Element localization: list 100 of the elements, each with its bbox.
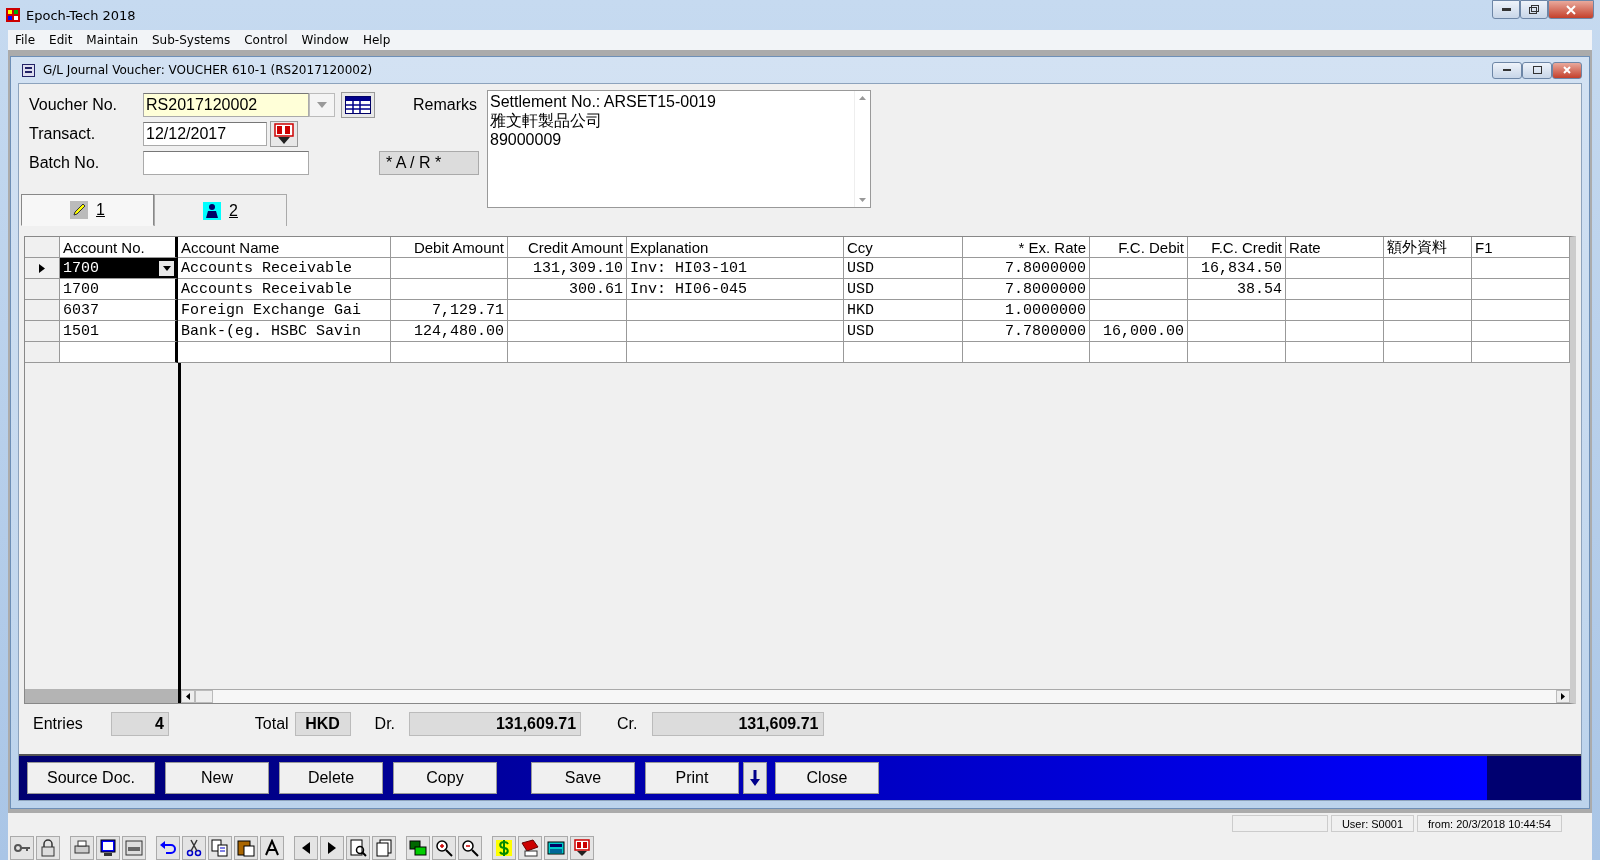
table-cell[interactable]: [1188, 342, 1286, 363]
batch-number-field[interactable]: [143, 150, 309, 175]
undo-icon: [159, 839, 177, 857]
current-cell[interactable]: 1700: [60, 258, 178, 279]
action-button[interactable]: Delete: [279, 762, 383, 794]
entries-label: Entries: [33, 715, 83, 733]
column-header[interactable]: Rate: [1286, 237, 1384, 258]
table-cell[interactable]: [844, 342, 963, 363]
column-header[interactable]: Debit Amount: [391, 237, 508, 258]
grid-lookup-button[interactable]: [341, 91, 375, 118]
minimize-icon: [125, 839, 143, 857]
action-button[interactable]: Close: [775, 762, 879, 794]
close-button[interactable]: [1552, 61, 1582, 79]
table-cell[interactable]: [1472, 342, 1570, 363]
table-cell[interactable]: [1090, 342, 1188, 363]
menu-item[interactable]: File: [8, 33, 43, 47]
action-button[interactable]: Print: [645, 762, 739, 794]
current-row-icon: [39, 263, 45, 273]
scroll-thumb[interactable]: [195, 690, 213, 703]
table-cell: USD: [844, 321, 963, 342]
lock-button[interactable]: [36, 836, 60, 860]
calculator-button[interactable]: [544, 836, 568, 860]
dropdown-button[interactable]: [159, 260, 174, 276]
column-header[interactable]: F.C. Credit: [1188, 237, 1286, 258]
table-icon: [345, 95, 371, 114]
scrollbar[interactable]: [25, 689, 181, 703]
menu-item[interactable]: Edit: [42, 33, 80, 47]
table-cell: HKD: [844, 300, 963, 321]
column-header[interactable]: Ccy: [844, 237, 963, 258]
column-header[interactable]: Account No.: [60, 237, 178, 258]
menu-item[interactable]: Help: [355, 33, 398, 47]
table-cell[interactable]: [391, 342, 508, 363]
table-cell[interactable]: [1384, 342, 1472, 363]
table-cell: 16,000.00: [1090, 321, 1188, 342]
table-cell[interactable]: [627, 342, 844, 363]
menu-item[interactable]: Control: [237, 33, 295, 47]
action-button[interactable]: Source Doc.: [27, 762, 155, 794]
column-header[interactable]: Credit Amount: [508, 237, 627, 258]
table-cell: Accounts Receivable: [178, 258, 391, 279]
menu-item[interactable]: Sub-Systems: [145, 33, 238, 47]
right-button[interactable]: [320, 836, 344, 860]
menu-item[interactable]: Window: [294, 33, 356, 47]
remarks-field[interactable]: Settlement No.: ARSET15-0019 雅文軒製品公司 89000009: [487, 90, 871, 208]
column-header[interactable]: F1: [1472, 237, 1570, 258]
left-button[interactable]: [294, 836, 318, 860]
table-cell: 7.8000000: [963, 258, 1090, 279]
preview-button[interactable]: [346, 836, 370, 860]
pencil-icon: [70, 201, 89, 219]
date-field[interactable]: 12/12/2017: [143, 121, 267, 146]
column-header[interactable]: F.C. Debit: [1090, 237, 1188, 258]
action-button[interactable]: Copy: [393, 762, 497, 794]
minimize-button[interactable]: [1492, 0, 1520, 19]
tab[interactable]: 1: [21, 194, 154, 226]
column-header[interactable]: * Ex. Rate: [963, 237, 1090, 258]
copy-button[interactable]: [208, 836, 232, 860]
minimize-button[interactable]: [1492, 61, 1522, 79]
font-icon: [263, 839, 281, 857]
zoom-in-icon: [435, 839, 453, 857]
column-header[interactable]: 額外資料: [1384, 237, 1472, 258]
table-cell[interactable]: [1286, 342, 1384, 363]
document-title: G/L Journal Voucher: VOUCHER 610-1 (RS2017120002): [43, 63, 373, 77]
field-label: Remarks: [413, 96, 477, 114]
table-cell[interactable]: [963, 342, 1090, 363]
remarks-line: 89000009: [490, 130, 563, 149]
column-header[interactable]: Account Name: [178, 237, 391, 258]
row-header[interactable]: [25, 258, 60, 279]
action-button[interactable]: Save: [531, 762, 635, 794]
printer-button[interactable]: [70, 836, 94, 860]
calendar-icon: [273, 122, 295, 145]
key-button[interactable]: [10, 836, 34, 860]
voucher-number-field[interactable]: RS2017120002: [143, 92, 309, 117]
maximize-button[interactable]: [1520, 0, 1548, 19]
font-button[interactable]: [260, 836, 284, 860]
close-button[interactable]: [1548, 0, 1594, 19]
status-text: from: 20/3/2018 10:44:54: [1417, 815, 1562, 832]
date-button[interactable]: [570, 836, 594, 860]
tab[interactable]: 2: [154, 194, 287, 226]
book-button[interactable]: [518, 836, 542, 860]
menu-item[interactable]: Maintain: [79, 33, 145, 47]
action-button[interactable]: New: [165, 762, 269, 794]
dropdown-button[interactable]: [743, 762, 767, 794]
table-cell: 38.54: [1188, 279, 1286, 300]
table-cell[interactable]: [60, 342, 178, 363]
calendar-button[interactable]: [270, 120, 298, 147]
undo-button[interactable]: [156, 836, 180, 860]
zoom-out-button[interactable]: [458, 836, 482, 860]
table-cell: 1.0000000: [963, 300, 1090, 321]
monitor-button[interactable]: [96, 836, 120, 860]
paste-button[interactable]: [234, 836, 258, 860]
maximize-button[interactable]: [1522, 61, 1552, 79]
close-icon: [1563, 66, 1571, 74]
zoom-in-button[interactable]: [432, 836, 456, 860]
table-cell[interactable]: [508, 342, 627, 363]
pages-button[interactable]: [372, 836, 396, 860]
scrollbar[interactable]: [181, 689, 1570, 703]
column-header[interactable]: Explanation: [627, 237, 844, 258]
windows-button[interactable]: [406, 836, 430, 860]
table-cell[interactable]: [178, 342, 391, 363]
scissors-button[interactable]: [182, 836, 206, 860]
dollar-button[interactable]: [492, 836, 516, 860]
